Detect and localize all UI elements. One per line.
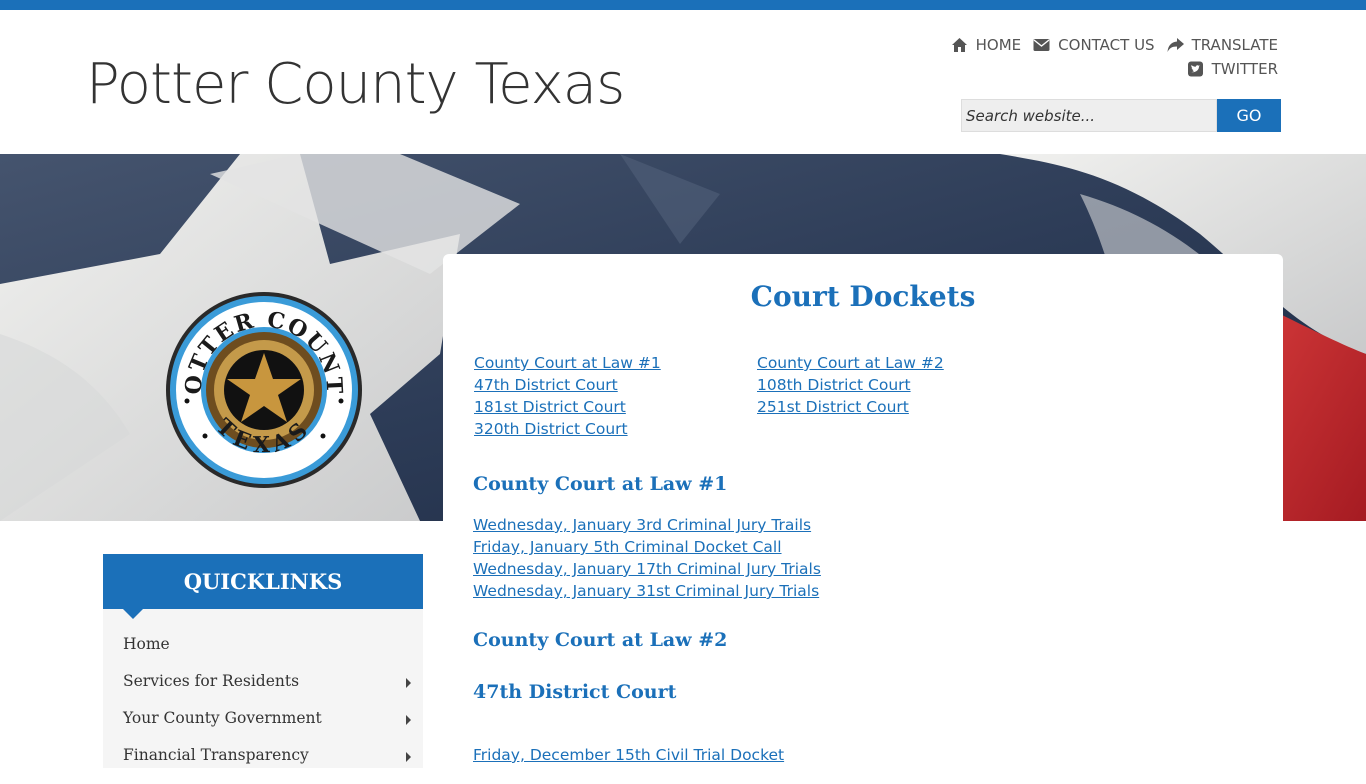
- docket-link[interactable]: Friday, December 15th Civil Trial Docket: [473, 744, 784, 766]
- search-input[interactable]: [961, 99, 1217, 132]
- docket-link[interactable]: Friday, January 5th Criminal Docket Call: [473, 536, 821, 558]
- caret-right-icon: [406, 752, 411, 762]
- top-navigation: HOME CONTACT US TRANSLATE TWITTER: [878, 34, 1278, 84]
- court-link[interactable]: County Court at Law #1: [474, 352, 661, 374]
- docket-link[interactable]: Wednesday, January 31st Criminal Jury Tr…: [473, 580, 821, 602]
- nav-home-label: HOME: [975, 36, 1022, 54]
- nav-contact-link[interactable]: CONTACT US: [1033, 36, 1155, 54]
- court-link[interactable]: 320th District Court: [474, 418, 661, 440]
- quicklink-label: Services for Residents: [123, 672, 300, 690]
- section-heading: County Court at Law #2: [473, 629, 728, 651]
- search-go-button[interactable]: GO: [1217, 99, 1281, 132]
- nav-home-link[interactable]: HOME: [951, 36, 1022, 54]
- nav-twitter-link[interactable]: TWITTER: [1187, 60, 1278, 78]
- quicklink-financial-transparency[interactable]: Financial Transparency: [103, 737, 423, 774]
- site-title[interactable]: Potter County Texas: [86, 52, 625, 117]
- quicklinks-notch: [123, 609, 143, 619]
- quicklinks-panel: QUICKLINKS Home Services for Residents Y…: [103, 554, 423, 768]
- docket-list: Friday, December 15th Civil Trial Docket: [473, 744, 784, 766]
- caret-right-icon: [406, 715, 411, 725]
- court-link[interactable]: 181st District Court: [474, 396, 661, 418]
- docket-link[interactable]: Wednesday, January 3rd Criminal Jury Tra…: [473, 514, 821, 536]
- site-search: GO: [961, 99, 1281, 132]
- court-link[interactable]: 251st District Court: [757, 396, 944, 418]
- nav-translate-label: TRANSLATE: [1191, 36, 1278, 54]
- court-link[interactable]: 108th District Court: [757, 374, 944, 396]
- main-content-panel: Court Dockets County Court at Law #1 47t…: [443, 254, 1283, 784]
- quicklink-label: Home: [123, 635, 170, 653]
- quicklink-label: Your County Government: [123, 709, 322, 727]
- section-heading: County Court at Law #1: [473, 473, 728, 495]
- page-title: Court Dockets: [750, 280, 976, 313]
- caret-right-icon: [406, 678, 411, 688]
- docket-link[interactable]: Wednesday, January 17th Criminal Jury Tr…: [473, 558, 821, 580]
- home-icon: [951, 38, 967, 52]
- court-link[interactable]: County Court at Law #2: [757, 352, 944, 374]
- quicklinks-title: QUICKLINKS: [103, 554, 423, 609]
- section-heading: 47th District Court: [473, 681, 677, 703]
- envelope-icon: [1033, 39, 1050, 51]
- quicklink-home[interactable]: Home: [103, 626, 423, 663]
- nav-twitter-label: TWITTER: [1211, 60, 1278, 78]
- nav-translate-link[interactable]: TRANSLATE: [1167, 36, 1278, 54]
- top-accent-bar: [0, 0, 1366, 10]
- share-arrow-icon: [1167, 38, 1184, 52]
- twitter-square-icon: [1187, 61, 1203, 77]
- docket-list: Wednesday, January 3rd Criminal Jury Tra…: [473, 514, 821, 602]
- court-link[interactable]: 47th District Court: [474, 374, 661, 396]
- potter-county-seal: POTTER COUNTY TEXAS: [165, 291, 362, 488]
- quicklink-your-county-government[interactable]: Your County Government: [103, 700, 423, 737]
- nav-contact-label: CONTACT US: [1058, 36, 1155, 54]
- quicklink-label: Financial Transparency: [123, 746, 309, 764]
- quicklinks-list: Home Services for Residents Your County …: [103, 626, 423, 774]
- quicklink-services-for-residents[interactable]: Services for Residents: [103, 663, 423, 700]
